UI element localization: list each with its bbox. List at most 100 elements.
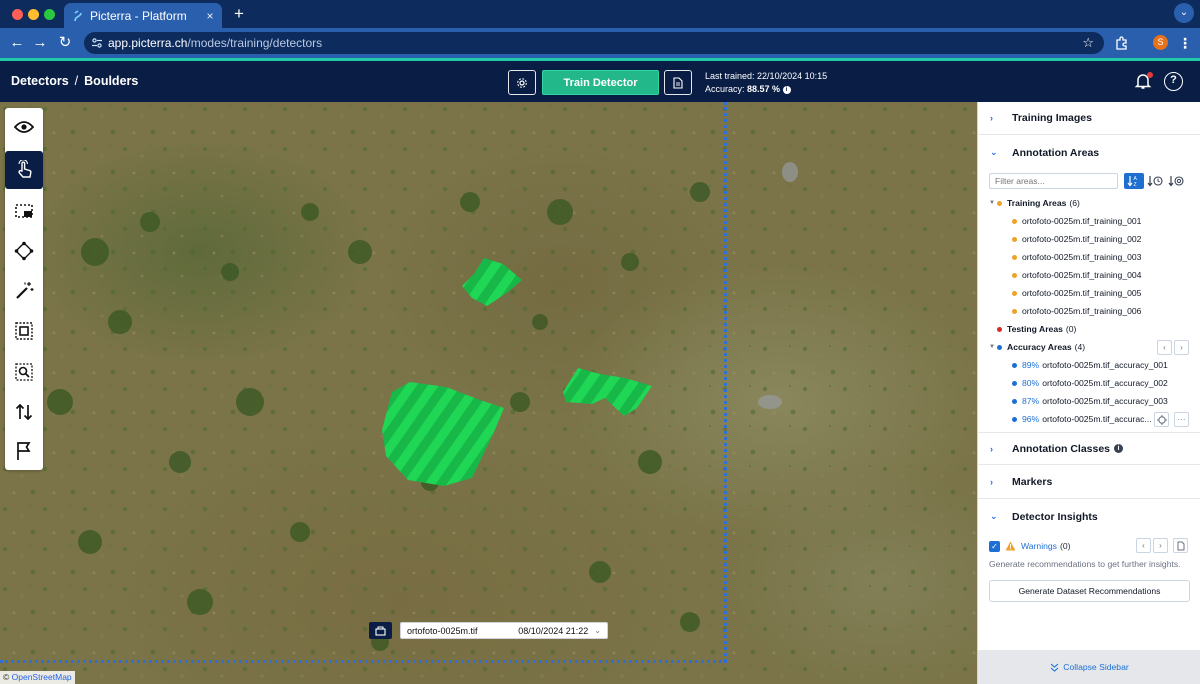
previous-area-button[interactable]: ‹ bbox=[1157, 340, 1172, 355]
crosshair-icon bbox=[1156, 414, 1167, 425]
filter-areas-input[interactable] bbox=[989, 173, 1118, 189]
sort-target-icon bbox=[1168, 176, 1184, 187]
window-close-button[interactable] bbox=[12, 9, 23, 20]
right-sidebar: › Training Images ⌄ Annotation Areas AZ … bbox=[977, 102, 1200, 684]
sort-by-date-button[interactable] bbox=[1145, 173, 1165, 189]
zoom-area-tool[interactable] bbox=[5, 353, 43, 391]
magic-wand-tool[interactable] bbox=[5, 272, 43, 310]
frame-select-tool[interactable] bbox=[5, 312, 43, 350]
info-icon[interactable]: i bbox=[1114, 444, 1124, 453]
rectangle-select-icon bbox=[15, 204, 33, 218]
gear-icon bbox=[517, 77, 527, 88]
list-item[interactable]: 89% ortofoto-0025m.tif_accuracy_001 bbox=[978, 356, 1200, 374]
list-item[interactable]: ortofoto-0025m.tif_training_003 bbox=[978, 248, 1200, 266]
list-item[interactable]: ortofoto-0025m.tif_training_004 bbox=[978, 266, 1200, 284]
swap-tool[interactable] bbox=[5, 393, 43, 431]
browser-menu-icon[interactable]: ⋮ bbox=[1178, 33, 1192, 53]
back-button[interactable]: ← bbox=[8, 34, 26, 52]
detector-insights-section-header[interactable]: ⌄ Detector Insights bbox=[978, 500, 1200, 533]
group-count: (0) bbox=[1065, 324, 1077, 334]
training-areas-group[interactable]: ▼ Training Areas (6) bbox=[978, 194, 1200, 212]
list-item[interactable]: ortofoto-0025m.tif_training_005 bbox=[978, 284, 1200, 302]
url-text: app.picterra.ch/modes/training/detectors bbox=[108, 36, 322, 50]
tab-close-icon[interactable]: × bbox=[202, 9, 218, 23]
insights-report-button[interactable] bbox=[1173, 538, 1188, 553]
training-dot bbox=[1012, 218, 1017, 224]
zoom-area-icon bbox=[15, 363, 33, 381]
reload-button[interactable]: ↻ bbox=[56, 34, 74, 52]
training-dot bbox=[997, 200, 1002, 206]
locate-area-button[interactable] bbox=[1154, 412, 1169, 427]
list-item[interactable]: ortofoto-0025m.tif_training_001 bbox=[978, 212, 1200, 230]
accuracy-info-icon[interactable]: i bbox=[782, 85, 791, 94]
group-count: (4) bbox=[1074, 342, 1086, 352]
pan-tool[interactable] bbox=[5, 151, 43, 189]
last-trained-value: 22/10/2024 10:15 bbox=[757, 71, 828, 81]
list-item[interactable]: ortofoto-0025m.tif_training_006 bbox=[978, 302, 1200, 320]
warnings-count: (0) bbox=[1059, 541, 1071, 551]
polygon-icon bbox=[14, 241, 34, 261]
warnings-row: ✓ Warnings (0) bbox=[989, 539, 1071, 553]
image-layers-button[interactable] bbox=[369, 622, 392, 639]
chevron-down-icon: ⌄ bbox=[990, 511, 998, 521]
training-dot bbox=[1012, 272, 1017, 278]
profile-avatar[interactable]: S bbox=[1153, 35, 1168, 50]
list-item[interactable]: 87% ortofoto-0025m.tif_accuracy_003 bbox=[978, 392, 1200, 410]
window-maximize-button[interactable] bbox=[44, 9, 55, 20]
more-options-button[interactable]: ··· bbox=[1174, 412, 1189, 427]
image-date: 08/10/2024 21:22 bbox=[518, 625, 589, 636]
area-name: ortofoto-0025m.tif_training_006 bbox=[1022, 306, 1142, 316]
frame-select-icon bbox=[15, 322, 33, 340]
window-minimize-button[interactable] bbox=[28, 9, 39, 20]
train-detector-button[interactable]: Train Detector bbox=[542, 70, 659, 95]
visibility-tool[interactable] bbox=[5, 108, 43, 146]
list-item[interactable]: ortofoto-0025m.tif_training_002 bbox=[978, 230, 1200, 248]
marker-tool[interactable] bbox=[5, 432, 43, 470]
collapse-sidebar-button[interactable]: Collapse Sidebar bbox=[978, 650, 1200, 684]
area-name: ortofoto-0025m.tif_training_003 bbox=[1022, 252, 1142, 262]
chevron-right-icon: › bbox=[990, 113, 993, 123]
area-name: ortofoto-0025m.tif_accurac... bbox=[1042, 414, 1152, 424]
training-info: Last trained: 22/10/2024 10:15 Accuracy:… bbox=[705, 70, 827, 96]
annotation-areas-section-header[interactable]: ⌄ Annotation Areas bbox=[978, 136, 1200, 169]
sort-alphabetical-button[interactable]: AZ bbox=[1124, 173, 1144, 189]
browser-tab[interactable]: Picterra - Platform × bbox=[64, 3, 222, 28]
sort-by-location-button[interactable] bbox=[1166, 173, 1186, 189]
map-viewport[interactable]: © OpenStreetMap ortofoto-0025m.tif 08/10… bbox=[0, 102, 977, 684]
markers-section-header[interactable]: › Markers bbox=[978, 466, 1200, 499]
previous-warning-button[interactable]: ‹ bbox=[1136, 538, 1151, 553]
annotation-classes-section-header[interactable]: › Annotation Classes i bbox=[978, 432, 1200, 465]
warnings-link[interactable]: Warnings bbox=[1021, 541, 1057, 551]
next-warning-button[interactable]: › bbox=[1153, 538, 1168, 553]
section-title: Markers bbox=[1012, 476, 1053, 488]
next-area-button[interactable]: › bbox=[1174, 340, 1189, 355]
map-attribution[interactable]: © OpenStreetMap bbox=[0, 671, 75, 684]
help-button[interactable]: ? bbox=[1164, 72, 1183, 91]
image-select-dropdown[interactable]: ortofoto-0025m.tif 08/10/2024 21:22 ⌄ bbox=[400, 622, 608, 639]
tab-search-chevron-icon[interactable]: ⌄ bbox=[1174, 3, 1194, 23]
group-count: (6) bbox=[1069, 198, 1080, 208]
rectangle-tool[interactable] bbox=[5, 192, 43, 230]
extensions-puzzle-icon[interactable] bbox=[1114, 35, 1130, 51]
warnings-checkbox[interactable]: ✓ bbox=[989, 540, 1000, 552]
training-report-button[interactable] bbox=[664, 70, 692, 95]
attribution-link[interactable]: OpenStreetMap bbox=[12, 672, 72, 682]
caret-down-icon: ▼ bbox=[989, 200, 995, 206]
forward-button[interactable]: → bbox=[31, 34, 49, 52]
area-name: ortofoto-0025m.tif_training_002 bbox=[1022, 234, 1142, 244]
site-settings-icon[interactable] bbox=[90, 37, 104, 49]
detector-settings-button[interactable] bbox=[508, 70, 536, 95]
breadcrumb-detectors-link[interactable]: Detectors bbox=[11, 74, 69, 88]
filter-row: AZ bbox=[989, 173, 1186, 189]
area-name: ortofoto-0025m.tif_training_005 bbox=[1022, 288, 1142, 298]
generate-recommendations-button[interactable]: Generate Dataset Recommendations bbox=[989, 580, 1190, 602]
address-bar[interactable]: app.picterra.ch/modes/training/detectors… bbox=[84, 32, 1104, 54]
area-name: ortofoto-0025m.tif_training_001 bbox=[1022, 216, 1142, 226]
chevron-right-icon: › bbox=[990, 477, 993, 487]
training-images-section-header[interactable]: › Training Images bbox=[978, 102, 1200, 135]
list-item[interactable]: 80% ortofoto-0025m.tif_accuracy_002 bbox=[978, 374, 1200, 392]
new-tab-button[interactable]: + bbox=[232, 3, 246, 25]
testing-areas-group[interactable]: Testing Areas (0) bbox=[978, 320, 1200, 338]
bookmark-star-icon[interactable]: ☆ bbox=[1082, 35, 1094, 51]
polygon-tool[interactable] bbox=[5, 232, 43, 270]
